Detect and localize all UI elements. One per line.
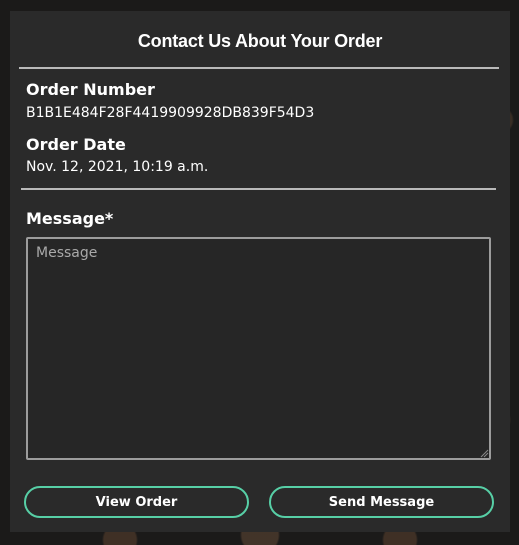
order-date-value: Nov. 12, 2021, 10:19 a.m. — [26, 159, 209, 175]
message-textarea[interactable] — [26, 237, 491, 460]
details-divider — [21, 188, 496, 190]
send-message-button[interactable]: Send Message — [269, 486, 494, 518]
order-number-label: Order Number — [26, 80, 155, 99]
title-divider — [19, 67, 499, 69]
order-date-label: Order Date — [26, 135, 126, 154]
message-label: Message* — [26, 209, 114, 228]
order-number-value: B1B1E484F28F4419909928DB839F54D3 — [26, 105, 315, 121]
resize-grip-icon[interactable] — [480, 449, 489, 458]
panel-title: Contact Us About Your Order — [137, 31, 383, 51]
contact-panel: Contact Us About Your Order Order Number… — [10, 11, 510, 532]
view-order-button[interactable]: View Order — [24, 486, 249, 518]
